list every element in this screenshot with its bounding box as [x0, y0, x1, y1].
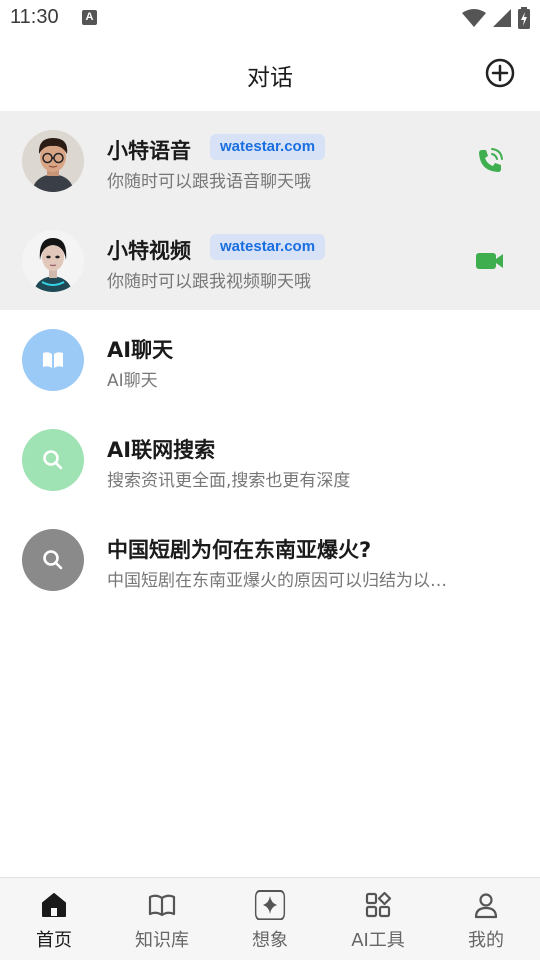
battery-icon [518, 7, 530, 29]
row-subtitle: 中国短剧在东南亚爆火的原因可以归结为以… [107, 571, 447, 591]
tab-label: AI工具 [351, 930, 405, 951]
plus-circle-icon [485, 58, 515, 88]
voice-call-button[interactable] [474, 145, 506, 177]
chat-icon-circle [22, 329, 84, 391]
book-icon [43, 352, 63, 368]
row-subtitle: AI聊天 [107, 371, 158, 391]
page-title: 对话 [247, 65, 293, 91]
site-badge: watestar.com [210, 234, 326, 260]
tab-ai-tools[interactable]: AI工具 [324, 878, 432, 960]
avatar [22, 230, 84, 292]
boy-avatar-icon [22, 130, 84, 192]
search-icon [43, 450, 63, 470]
tab-label: 首页 [36, 930, 72, 951]
row-subtitle: 搜索资讯更全面,搜索也更有深度 [107, 471, 351, 491]
tab-home[interactable]: 首页 [0, 878, 108, 960]
chat-item-web-search[interactable]: AI联网搜索 搜索资讯更全面,搜索也更有深度 [0, 410, 540, 510]
add-chat-button[interactable] [484, 57, 516, 89]
video-camera-icon [476, 253, 503, 269]
status-time: 11:30 [10, 6, 59, 28]
sparkle-icon [254, 890, 286, 920]
signal-icon [493, 9, 511, 27]
video-call-button[interactable] [474, 245, 506, 277]
tab-knowledge-base[interactable]: 知识库 [108, 878, 216, 960]
tab-label: 想象 [252, 930, 288, 951]
status-icons [462, 7, 530, 29]
home-icon [42, 893, 66, 917]
row-subtitle: 你随时可以跟我视频聊天哦 [107, 272, 311, 292]
pinned-section: 小特语音 watestar.com 你随时可以跟我语音聊天哦 小特视频 wate… [0, 111, 540, 310]
video-chat-row[interactable]: 小特视频 watestar.com 你随时可以跟我视频聊天哦 [0, 211, 540, 311]
notification-icon: A [82, 10, 97, 25]
row-title: 中国短剧为何在东南亚爆火? [107, 538, 372, 562]
tab-imagine[interactable]: 想象 [216, 878, 324, 960]
bottom-tab-bar: 首页 知识库 想象 AI工具 我的 [0, 877, 540, 960]
tab-label: 我的 [468, 930, 504, 951]
girl-avatar-icon [22, 230, 84, 292]
book-icon [148, 894, 176, 917]
chat-item-ai-chat[interactable]: AI聊天 AI聊天 [0, 310, 540, 410]
avatar [22, 130, 84, 192]
status-bar: 11:30 A [0, 0, 540, 36]
row-title: AI聊天 [107, 338, 174, 362]
tab-label: 知识库 [135, 930, 189, 951]
grid-icon [365, 891, 392, 918]
chat-icon-circle [22, 529, 84, 591]
header: 对话 [0, 36, 540, 110]
search-icon [43, 550, 63, 570]
site-badge: watestar.com [210, 134, 326, 160]
chat-icon-circle [22, 429, 84, 491]
tab-profile[interactable]: 我的 [432, 878, 540, 960]
row-title: 小特语音 [107, 139, 191, 163]
voice-chat-row[interactable]: 小特语音 watestar.com 你随时可以跟我语音聊天哦 [0, 111, 540, 211]
row-title: 小特视频 [107, 239, 191, 263]
row-subtitle: 你随时可以跟我语音聊天哦 [107, 172, 311, 192]
wifi-icon [462, 9, 486, 27]
phone-icon [479, 148, 503, 172]
person-icon [474, 893, 498, 919]
chat-item-drama-search[interactable]: 中国短剧为何在东南亚爆火? 中国短剧在东南亚爆火的原因可以归结为以… [0, 510, 540, 610]
row-title: AI联网搜索 [107, 438, 216, 462]
